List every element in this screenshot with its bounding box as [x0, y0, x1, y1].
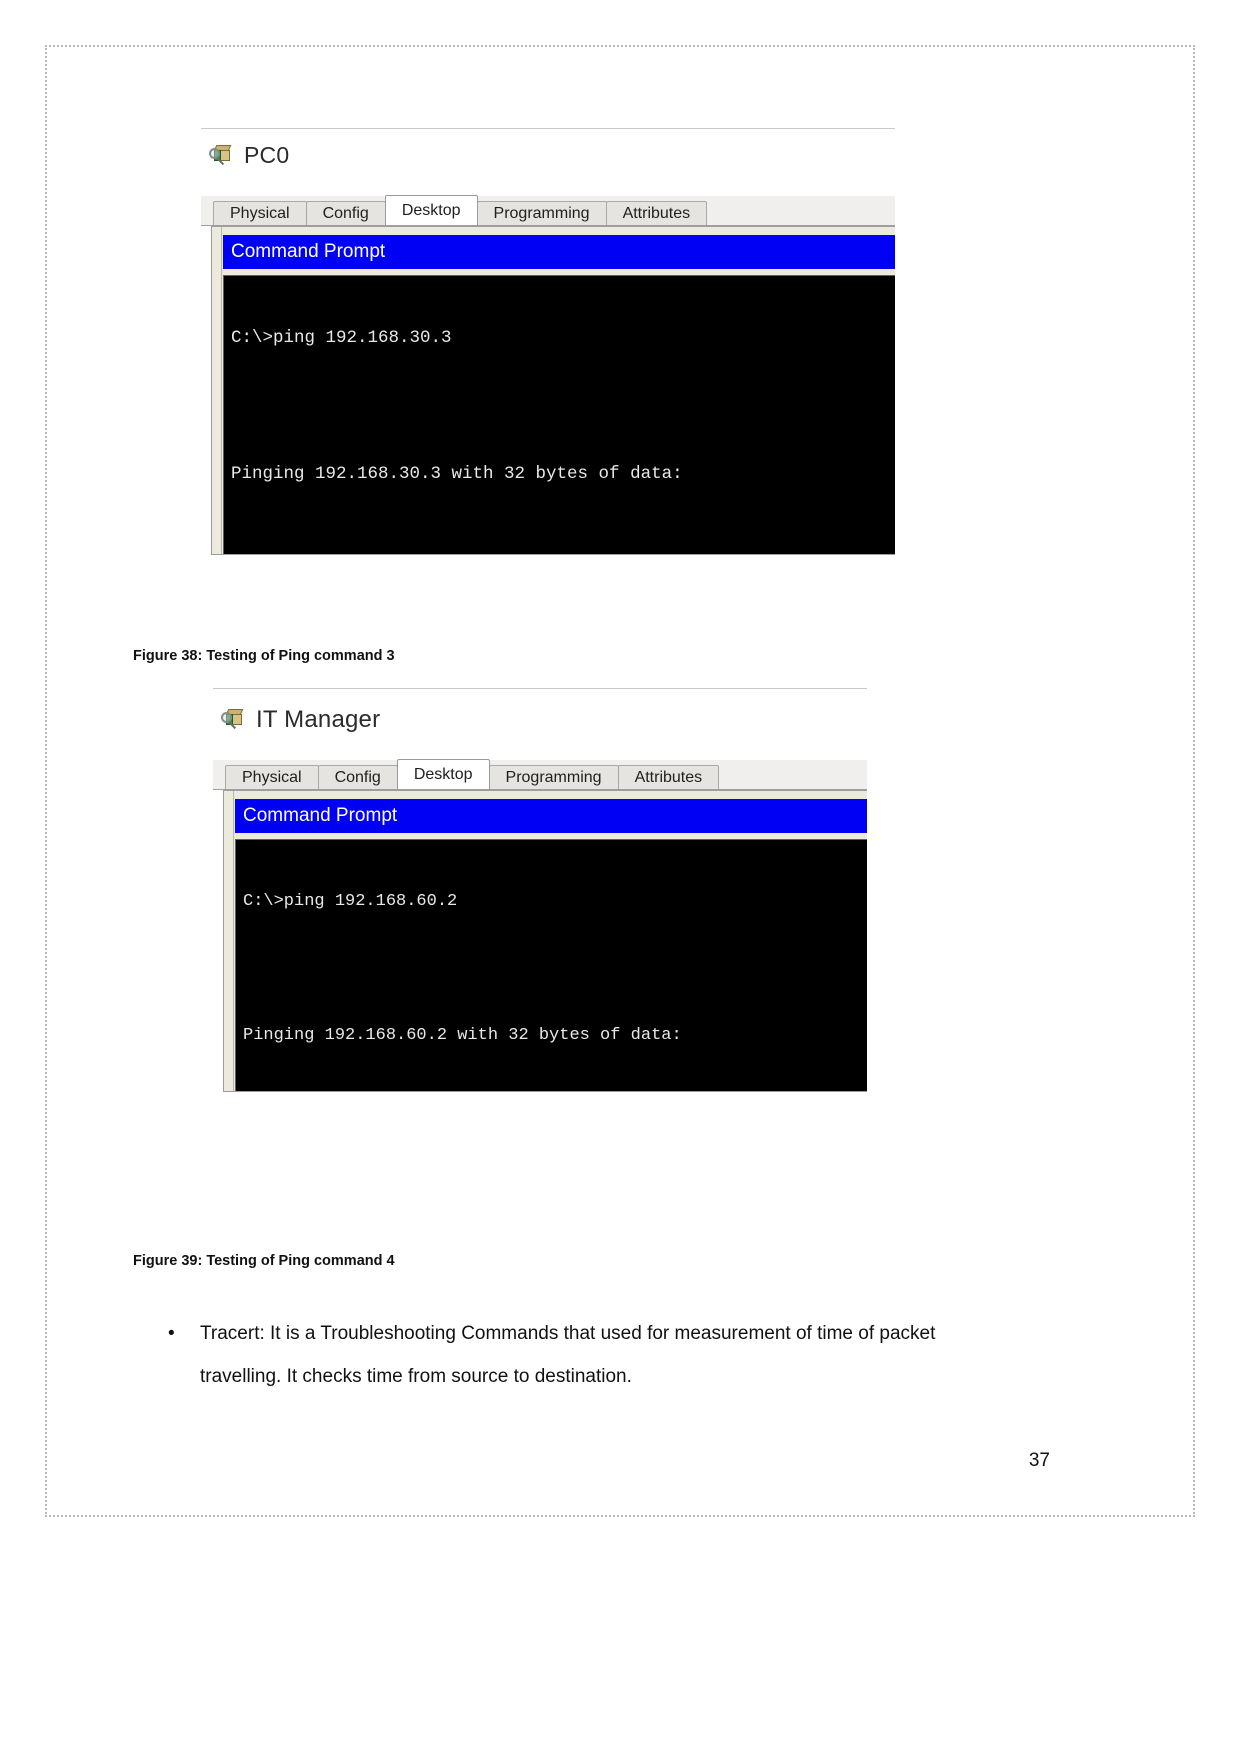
- desktop-panel: Command Prompt C:\>ping 192.168.30.3 Pin…: [211, 226, 895, 555]
- tab-programming[interactable]: Programming: [476, 201, 607, 225]
- packet-tracer-device-icon: [209, 143, 235, 169]
- tab-programming[interactable]: Programming: [488, 765, 619, 789]
- tab-attributes[interactable]: Attributes: [605, 201, 708, 225]
- tab-physical[interactable]: Physical: [213, 201, 307, 225]
- panel-gutter: [212, 227, 222, 554]
- tab-strip: Physical Config Desktop Programming Attr…: [213, 759, 867, 790]
- device-name-label: PC0: [244, 142, 290, 168]
- device-title-bar: PC0: [201, 142, 289, 169]
- terminal-output-pc0[interactable]: C:\>ping 192.168.30.3 Pinging 192.168.30…: [223, 275, 895, 554]
- command-prompt-title: Command Prompt: [223, 235, 895, 269]
- tab-physical[interactable]: Physical: [225, 765, 319, 789]
- tab-strip: Physical Config Desktop Programming Attr…: [201, 195, 895, 226]
- window-top-divider: [201, 128, 895, 129]
- tracert-description: Tracert: It is a Troubleshooting Command…: [200, 1312, 974, 1398]
- tab-attributes[interactable]: Attributes: [617, 765, 720, 789]
- tracert-description-line1: Tracert: It is a Troubleshooting Command…: [200, 1323, 936, 1344]
- page-number: 37: [1028, 1450, 1050, 1471]
- bullet-marker: •: [168, 1323, 175, 1344]
- terminal-line: Pinging 192.168.60.2 with 32 bytes of da…: [243, 1026, 682, 1046]
- figure-caption-38: Figure 38: Testing of Ping command 3: [133, 648, 395, 664]
- figure-caption-39: Figure 39: Testing of Ping command 4: [133, 1253, 395, 1269]
- terminal-output-it-manager[interactable]: C:\>ping 192.168.60.2 Pinging 192.168.60…: [235, 839, 867, 1091]
- packet-tracer-screenshot-it-manager: IT Manager Physical Config Desktop Progr…: [213, 688, 867, 1092]
- window-top-divider: [213, 688, 867, 689]
- desktop-panel: Command Prompt C:\>ping 192.168.60.2 Pin…: [223, 790, 867, 1092]
- tab-desktop[interactable]: Desktop: [384, 195, 478, 225]
- packet-tracer-screenshot-pc0: PC0 Physical Config Desktop Programming …: [201, 128, 895, 555]
- terminal-line: Pinging 192.168.30.3 with 32 bytes of da…: [231, 463, 683, 484]
- tab-config[interactable]: Config: [305, 201, 386, 225]
- tracert-description-line2: travelling. It checks time from source t…: [200, 1366, 632, 1387]
- tab-config[interactable]: Config: [317, 765, 398, 789]
- command-prompt-title: Command Prompt: [235, 799, 867, 833]
- packet-tracer-device-icon: [221, 707, 247, 733]
- tracert-bullet-item: • Tracert: It is a Troubleshooting Comma…: [164, 1312, 974, 1398]
- panel-gutter: [224, 791, 234, 1091]
- terminal-line: C:\>ping 192.168.30.3: [231, 328, 452, 349]
- tab-desktop[interactable]: Desktop: [396, 759, 490, 789]
- terminal-line: C:\>ping 192.168.60.2: [243, 891, 458, 911]
- device-title-bar: IT Manager: [213, 706, 380, 734]
- device-name-label: IT Manager: [256, 706, 381, 733]
- document-page: PC0 Physical Config Desktop Programming …: [0, 0, 1241, 1754]
